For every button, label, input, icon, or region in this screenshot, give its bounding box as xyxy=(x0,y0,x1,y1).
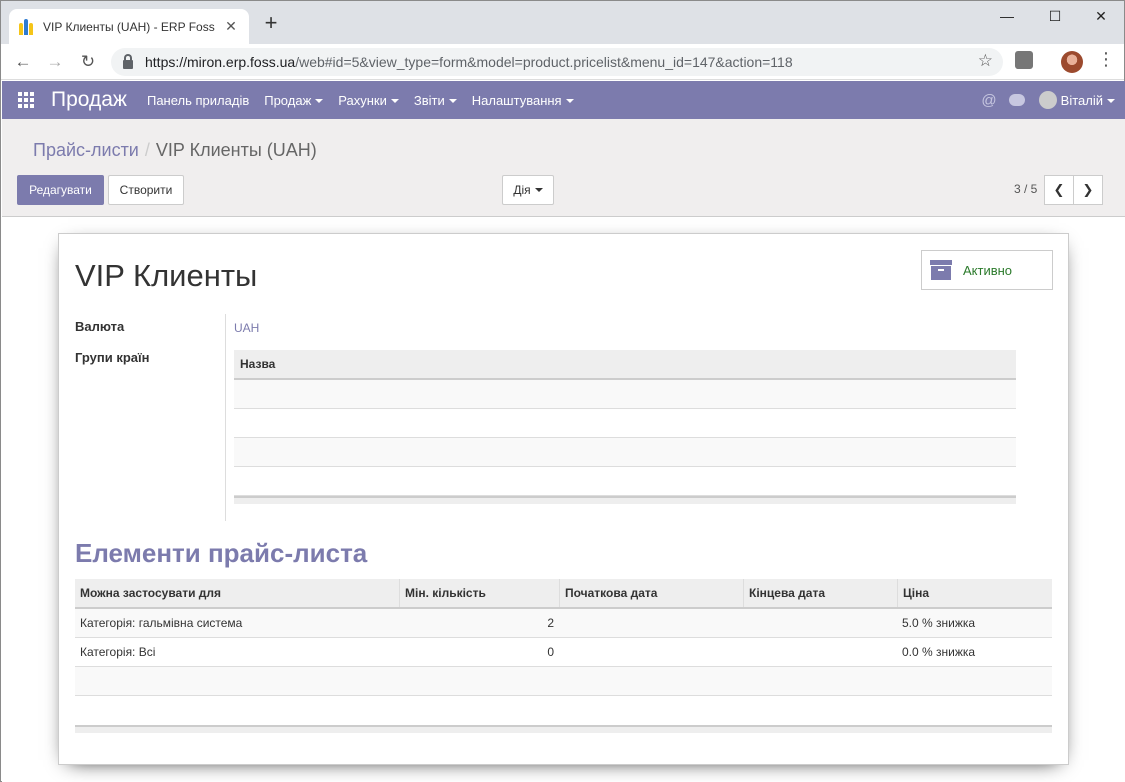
back-button[interactable]: ← xyxy=(11,50,35,74)
address-bar: ← → ↻ https://miron.erp.foss.ua/web#id=5… xyxy=(1,44,1124,80)
browser-window: VIP Клиенты (UAH) - ERP Foss ✕ + — ☐ ✕ ←… xyxy=(0,0,1125,782)
country-groups-table: Назва xyxy=(234,350,1016,504)
empty-row xyxy=(234,409,1016,438)
profile-avatar[interactable] xyxy=(1061,51,1083,73)
lock-icon xyxy=(123,53,133,69)
column-applicable-on[interactable]: Можна застосувати для xyxy=(75,579,399,607)
favicon-icon xyxy=(19,18,35,35)
create-button[interactable]: Створити xyxy=(108,175,184,205)
row-min-quantity: 2 xyxy=(547,616,554,630)
mentions-icon[interactable]: @ xyxy=(981,92,996,109)
row-start-date xyxy=(559,609,743,637)
app-brand[interactable]: Продаж xyxy=(51,88,127,112)
action-dropdown[interactable]: Дія xyxy=(502,175,554,205)
chevron-down-icon xyxy=(1107,99,1115,104)
close-tab-icon[interactable]: ✕ xyxy=(223,18,239,35)
bookmark-star-icon[interactable]: ☆ xyxy=(978,51,993,71)
currency-label: Валюта xyxy=(75,319,125,334)
browser-menu-icon[interactable]: ⋮ xyxy=(1097,49,1115,70)
empty-row xyxy=(234,438,1016,467)
close-window-button[interactable]: ✕ xyxy=(1078,1,1124,31)
active-label: Активно xyxy=(963,262,1013,278)
record-title: VIP Клиенты xyxy=(75,258,258,293)
menu-sales[interactable]: Продаж xyxy=(264,93,324,108)
row-start-date xyxy=(559,638,743,666)
row-end-date xyxy=(743,638,897,666)
chevron-down-icon xyxy=(534,188,543,192)
country-groups-header[interactable]: Назва xyxy=(234,350,1016,380)
currency-value-link[interactable]: UAH xyxy=(234,321,259,335)
menu-settings[interactable]: Налаштування xyxy=(472,93,574,108)
pricelist-items-table: Можна застосувати для Мін. кількість Поч… xyxy=(75,579,1052,733)
row-price: 0.0 % знижка xyxy=(902,645,976,659)
tab-bar: VIP Клиенты (UAH) - ERP Foss ✕ + — ☐ ✕ xyxy=(1,1,1124,44)
breadcrumb-pricelists-link[interactable]: Прайс-листи xyxy=(33,140,139,160)
browser-tab[interactable]: VIP Клиенты (UAH) - ERP Foss ✕ xyxy=(9,9,249,44)
chevron-down-icon xyxy=(448,99,457,104)
archive-icon xyxy=(930,260,952,280)
row-end-date xyxy=(743,609,897,637)
table-row[interactable]: Категорія: гальмівна система 2 5.0 % зни… xyxy=(75,609,1052,638)
breadcrumb: Прайс-листи / VIP Клиенты (UAH) xyxy=(33,140,317,161)
menu-invoicing[interactable]: Рахунки xyxy=(338,93,399,108)
pager-next-button[interactable]: ❯ xyxy=(1073,175,1103,205)
tab-title: VIP Клиенты (UAH) - ERP Foss xyxy=(43,19,215,34)
reload-button[interactable]: ↻ xyxy=(76,50,100,74)
breadcrumb-separator: / xyxy=(144,140,150,160)
pager-value: 3 / 5 xyxy=(1014,182,1038,196)
user-menu[interactable]: Віталій xyxy=(1061,93,1115,108)
items-table-header: Можна застосувати для Мін. кількість Поч… xyxy=(75,579,1052,609)
column-min-quantity[interactable]: Мін. кількість xyxy=(399,579,559,607)
menu-dashboard[interactable]: Панель приладів xyxy=(147,93,249,108)
table-footer xyxy=(75,725,1052,733)
odoo-main-navbar: Продаж Панель приладів Продаж Рахунки Зв… xyxy=(2,81,1125,119)
column-price[interactable]: Ціна xyxy=(897,579,1052,607)
column-end-date[interactable]: Кінцева дата xyxy=(743,579,897,607)
row-min-quantity: 0 xyxy=(547,645,554,659)
control-panel: Прайс-листи / VIP Клиенты (UAH) Редагувати… xyxy=(2,119,1125,217)
column-start-date[interactable]: Початкова дата xyxy=(559,579,743,607)
edit-button[interactable]: Редагувати xyxy=(17,175,104,205)
row-applicable-on: Категорія: Всі xyxy=(80,645,156,659)
maximize-button[interactable]: ☐ xyxy=(1032,1,1078,31)
row-price: 5.0 % знижка xyxy=(902,616,976,630)
table-row[interactable]: Категорія: Всі 0 0.0 % знижка xyxy=(75,638,1052,667)
row-applicable-on: Категорія: гальмівна система xyxy=(80,616,243,630)
breadcrumb-current: VIP Клиенты (UAH) xyxy=(155,140,317,160)
field-divider xyxy=(225,314,226,521)
navbar-systray: @ Віталій xyxy=(981,81,1115,119)
form-sheet: VIP Клиенты Активно Валюта Групи країн U… xyxy=(58,233,1069,765)
apps-grid-icon[interactable] xyxy=(18,92,34,108)
empty-row xyxy=(234,467,1016,496)
empty-row xyxy=(75,667,1052,696)
chat-icon[interactable] xyxy=(1008,94,1025,106)
url-input[interactable]: https://miron.erp.foss.ua/web#id=5&view_… xyxy=(111,48,1003,76)
chevron-down-icon xyxy=(315,99,324,104)
chevron-down-icon xyxy=(565,99,574,104)
pricelist-items-title: Елементи прайс-листа xyxy=(75,538,368,568)
minimize-button[interactable]: — xyxy=(984,1,1030,31)
empty-row xyxy=(234,380,1016,409)
active-toggle-button[interactable]: Активно xyxy=(921,250,1053,290)
table-footer xyxy=(234,496,1016,504)
menu-reports[interactable]: Звіти xyxy=(414,93,457,108)
pager-previous-button[interactable]: ❮ xyxy=(1044,175,1074,205)
country-groups-label: Групи країн xyxy=(75,350,150,365)
url-text: https://miron.erp.foss.ua/web#id=5&view_… xyxy=(145,54,793,70)
chevron-down-icon xyxy=(390,99,399,104)
new-tab-button[interactable]: + xyxy=(261,12,281,34)
user-avatar[interactable] xyxy=(1038,91,1057,109)
country-groups-body xyxy=(234,380,1016,496)
forward-button[interactable]: → xyxy=(43,50,67,74)
extension-icon[interactable] xyxy=(1015,51,1033,69)
